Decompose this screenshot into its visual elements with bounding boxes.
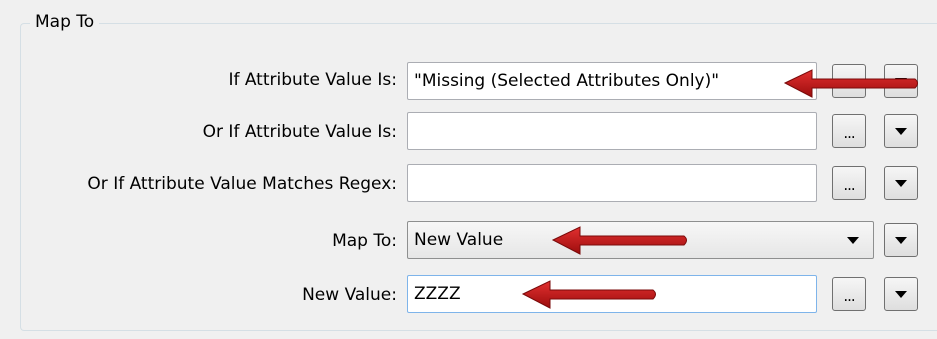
annotation-arrows (521, 69, 918, 309)
red-arrow-icon (521, 280, 656, 309)
red-arrow-icon (551, 226, 687, 255)
red-arrow-icon (783, 69, 918, 98)
